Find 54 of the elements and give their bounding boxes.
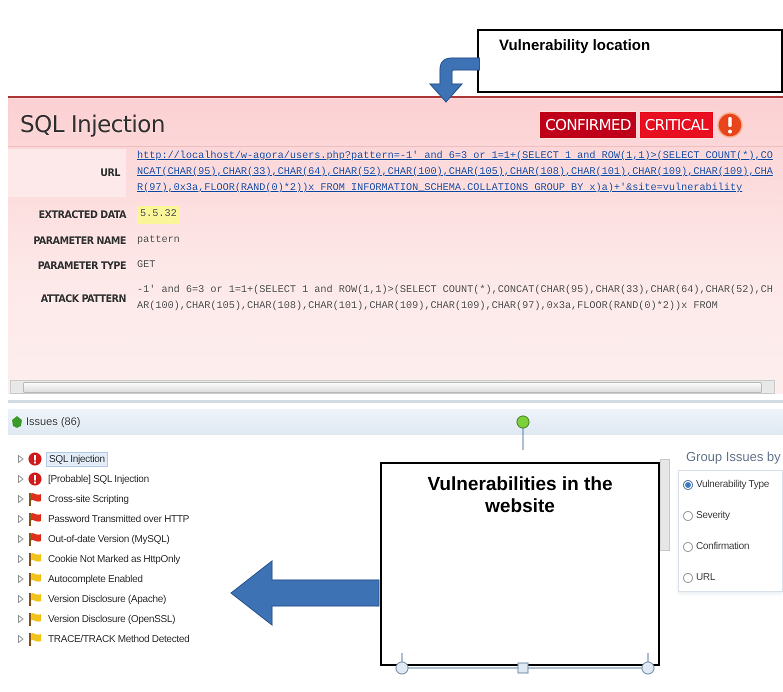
- issue-item[interactable]: [Probable] SQL Injection: [46, 472, 151, 486]
- callout-text: Vulnerabilities in the website: [427, 474, 613, 517]
- vulnerability-title: SQL Injection: [20, 112, 165, 138]
- flag-icon: [28, 612, 42, 626]
- flag-icon: [28, 632, 42, 646]
- expand-arrow-icon[interactable]: [18, 515, 24, 523]
- issue-item[interactable]: SQL Injection: [46, 452, 108, 466]
- field-label: URL: [8, 149, 126, 197]
- issue-item[interactable]: Autocomplete Enabled: [46, 572, 145, 586]
- issue-item[interactable]: Cross-site Scripting: [46, 492, 131, 506]
- issues-title: Issues (86): [26, 416, 80, 428]
- field-value: 5.5.32: [137, 206, 180, 224]
- alert-icon: [28, 452, 42, 466]
- horizontal-scrollbar[interactable]: [10, 380, 775, 394]
- group-title: Group Issues by: [685, 449, 782, 466]
- radio-option[interactable]: Vulnerability Type: [683, 479, 778, 490]
- flag-icon: [28, 492, 42, 506]
- expand-arrow-icon[interactable]: [18, 555, 24, 563]
- flag-icon: [28, 512, 42, 526]
- expand-arrow-icon[interactable]: [18, 495, 24, 503]
- callout-text: Vulnerability location: [499, 37, 650, 54]
- status-label: CONFIRMED: [540, 112, 636, 138]
- radio-option[interactable]: URL: [683, 572, 778, 583]
- expand-arrow-icon[interactable]: [18, 635, 24, 643]
- issue-item[interactable]: Version Disclosure (Apache): [46, 592, 168, 606]
- radio-option[interactable]: Confirmation: [683, 541, 778, 552]
- severity-label: CRITICAL: [640, 112, 713, 138]
- flag-icon: [28, 552, 42, 566]
- field-label: ATTACK PATTERN: [40, 293, 126, 305]
- expand-arrow-icon[interactable]: [18, 455, 24, 463]
- field-label: PARAMETER NAME: [32, 235, 126, 247]
- alert-icon: [717, 112, 743, 138]
- expand-arrow-icon[interactable]: [18, 595, 24, 603]
- flag-icon: [28, 592, 42, 606]
- issue-item[interactable]: TRACE/TRACK Method Detected: [46, 632, 192, 646]
- alert-icon: [28, 472, 42, 486]
- flag-icon: [28, 532, 42, 546]
- field-value: GET: [137, 259, 156, 273]
- expand-arrow-icon[interactable]: [18, 615, 24, 623]
- radio-option[interactable]: Severity: [683, 510, 778, 521]
- field-label: EXTRACTED DATA: [38, 209, 126, 221]
- field-label: PARAMETER TYPE: [36, 260, 126, 272]
- flag-icon: [28, 572, 42, 586]
- issue-item[interactable]: Version Disclosure (OpenSSL): [46, 612, 178, 626]
- expand-arrow-icon[interactable]: [18, 475, 24, 483]
- field-value: pattern: [137, 234, 181, 248]
- issue-item[interactable]: Password Transmitted over HTTP: [46, 512, 192, 526]
- expand-arrow-icon[interactable]: [18, 535, 24, 543]
- vertical-scrollbar[interactable]: [660, 459, 670, 551]
- issue-item[interactable]: Cookie Not Marked as HttpOnly: [46, 552, 182, 566]
- field-value: -1' and 6=3 or 1=1+(SELECT 1 and ROW(1,1)>(SELECT COUNT(*),CONCAT(CHAR(95),CHAR(33),CHAR(64),CHAR(52),CHAR(100),CHAR(105),CHAR(108),CHAR(101),CHAR(109),CHAR(109),CHAR(97),0x3a,FLOOR(RAND(0)*2))x FROM: [137, 284, 774, 314]
- expand-arrow-icon[interactable]: [18, 575, 24, 583]
- issue-item[interactable]: Out-of-date Version (MySQL): [46, 532, 172, 546]
- url-link[interactable]: http://localhost/w-agora/users.php?pattern=-1' and 6=3 or 1=1+(SELECT 1 and ROW(1,1)>(SELECT COUNT(*),CONCAT(CHAR(95),CHAR(33),CHAR(64),CHAR(52),CHAR(100),CHAR(105),CHAR(108),CHAR(101),CHAR(109),CHAR(109),CHAR(97),0x3a,FLOOR(RAND(0)*2))x FROM INFORMATION_SCHEMA.COLLATIONS GROUP BY x)a)+'&site=vulnerability: [137, 149, 783, 197]
